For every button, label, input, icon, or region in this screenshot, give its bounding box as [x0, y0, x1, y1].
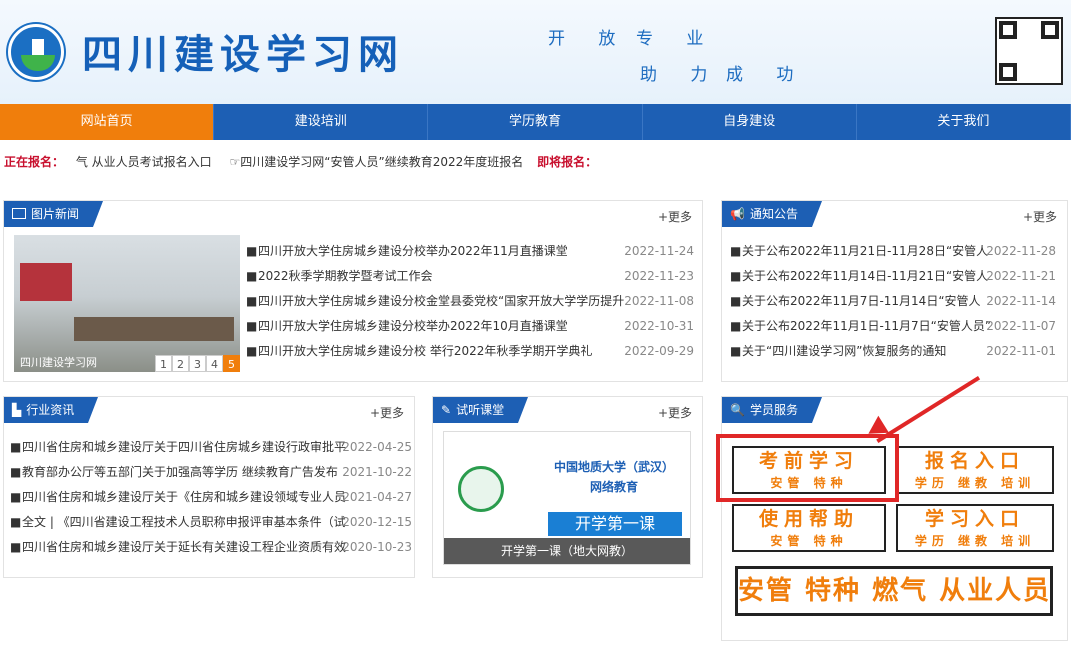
photo-caption: 四川建设学习网: [20, 356, 97, 369]
notice-more-link[interactable]: +更多: [1023, 208, 1057, 225]
list-item[interactable]: ■ 关于“四川建设学习网”恢复服务的通知 2022-11-01: [730, 339, 1064, 364]
list-item[interactable]: ■ 关于公布2022年11月14日-11月21日“安管人 2022-11-21: [730, 264, 1064, 289]
main-nav: 网站首页 建设培训 学历教育 自身建设 关于我们: [0, 104, 1071, 140]
video-banner: 开学第一课: [548, 512, 682, 536]
ticker-label-soon: 即将报名：: [537, 155, 598, 169]
pager-2[interactable]: 2: [172, 355, 189, 372]
nav-home[interactable]: 网站首页: [0, 104, 215, 140]
list-item[interactable]: ■ 四川省住房和城乡建设厅关于延长有关建设工程企业资质有效 2020-10-23: [10, 535, 412, 560]
study-entry-button[interactable]: 学习入口 学历 继教 培训: [896, 504, 1054, 552]
ticker-item-safety[interactable]: 四川建设学习网“安管人员”继续教育2022年度班报名: [240, 155, 523, 169]
search-icon: 🔍: [730, 403, 745, 417]
trial-tab[interactable]: ✎ 试听课堂: [433, 397, 529, 423]
qr-code-icon: [995, 17, 1063, 85]
photo-pager: 1 2 3 4 5: [155, 355, 240, 372]
slogan-open: 开 放: [548, 29, 630, 49]
nav-training[interactable]: 建设培训: [214, 104, 429, 140]
trial-more-link[interactable]: +更多: [658, 404, 692, 421]
pager-3[interactable]: 3: [189, 355, 206, 372]
list-item[interactable]: 四川开放大学住房城乡建设分校举办2022年10月直播课堂 2022-10-31 ■: [246, 314, 702, 339]
registration-ticker: 正在报名： 气 从业人员考试报名入口 ☞四川建设学习网“安管人员”继续教育202…: [4, 153, 597, 170]
highlight-box: [716, 434, 899, 502]
edit-icon: ✎: [441, 403, 452, 417]
university-logo-icon: [458, 466, 504, 512]
list-item[interactable]: 2022秋季学期教学暨考试工作会 2022-11-23 ■: [246, 264, 702, 289]
site-logo-icon[interactable]: [8, 24, 64, 80]
list-item[interactable]: 四川开放大学住房城乡建设分校金堂县委党校“国家开放大学学历提升 2022-11-0…: [246, 289, 702, 314]
list-item[interactable]: 四川开放大学住房城乡建设分校举办2022年11月直播课堂 2022-11-24 ■: [246, 239, 702, 264]
slogan-professional: 专 业: [636, 29, 718, 49]
site-header: 四川建设学习网 开 放 专 业 助 力 成 功: [0, 0, 1071, 104]
ticker-label-now: 正在报名：: [4, 155, 65, 169]
trial-panel: ✎ 试听课堂 +更多 中国地质大学（武汉） 网络教育 开学第一课 开学第一课（地大网…: [432, 396, 703, 578]
video-title: 中国地质大学（武汉） 网络教育: [554, 460, 675, 494]
photo-news-tab[interactable]: 图片新闻: [4, 201, 104, 227]
industry-tab[interactable]: ▙ 行业资讯: [4, 397, 99, 423]
photo-news-more-link[interactable]: +更多: [658, 208, 692, 225]
nav-about[interactable]: 关于我们: [857, 104, 1071, 140]
list-item[interactable]: ■ 关于公布2022年11月7日-11月14日“安管人 2022-11-14: [730, 289, 1064, 314]
trial-video[interactable]: 中国地质大学（武汉） 网络教育 开学第一课 开学第一课（地大网教）: [443, 431, 691, 565]
video-caption: 开学第一课（地大网教）: [444, 538, 690, 564]
help-button[interactable]: 使用帮助 安管 特种: [732, 504, 886, 552]
list-item[interactable]: ■ 关于公布2022年11月1日-11月7日“安管人员” 2022-11-07: [730, 314, 1064, 339]
exam-registration-button[interactable]: 安管 特种 燃气 从业人员考试报名入口: [735, 566, 1053, 616]
site-title: 四川建设学习网: [82, 32, 404, 78]
registration-entry-button[interactable]: 报名入口 学历 继教 培训: [896, 446, 1054, 494]
slogan-success: 成 功: [726, 65, 808, 85]
hand-pointer-icon: ☞: [229, 155, 241, 169]
list-item[interactable]: ■ 教育部办公厅等五部门关于加强高等学历 继续教育广告发布 2021-10-22: [10, 460, 412, 485]
photo-news-image[interactable]: 四川建设学习网 1 2 3 4 5: [14, 235, 240, 372]
list-item[interactable]: ■ 关于公布2022年11月21日-11月28日“安管人 2022-11-28: [730, 239, 1064, 264]
pager-5[interactable]: 5: [223, 355, 240, 372]
list-item[interactable]: ■ 四川省住房和城乡建设厅关于《住房和城乡建设领域专业人员 2021-04-27: [10, 485, 412, 510]
notice-tab[interactable]: 📢 通知公告: [722, 201, 822, 227]
pager-1[interactable]: 1: [155, 355, 172, 372]
image-icon: [12, 208, 26, 219]
chart-icon: ▙: [12, 403, 22, 417]
list-item[interactable]: 四川开放大学住房城乡建设分校 举行2022年秋季学期开学典礼 2022-09-29…: [246, 339, 702, 364]
service-tab[interactable]: 🔍 学员服务: [722, 397, 822, 423]
photo-news-panel: 图片新闻 +更多 四川建设学习网 1 2 3 4 5 四川开放大学住房城乡建设分…: [3, 200, 703, 382]
ticker-item-gas[interactable]: 气 从业人员考试报名入口: [76, 155, 212, 169]
slogan-help: 助 力: [640, 65, 722, 85]
megaphone-icon: 📢: [730, 207, 745, 221]
list-item[interactable]: ■ 全文 | 《四川省建设工程技术人员职称申报评审基本条件（试 2020-12-15: [10, 510, 412, 535]
list-item[interactable]: ■ 四川省住房和城乡建设厅关于四川省住房城乡建设行政审批平 2022-04-25: [10, 435, 412, 460]
industry-more-link[interactable]: +更多: [370, 404, 404, 421]
nav-education[interactable]: 学历教育: [428, 104, 643, 140]
nav-self-building[interactable]: 自身建设: [643, 104, 857, 140]
industry-panel: ▙ 行业资讯 +更多 ■ 四川省住房和城乡建设厅关于四川省住房城乡建设行政审批平 20…: [3, 396, 415, 578]
notice-panel: 📢 通知公告 +更多 ■ 关于公布2022年11月21日-11月28日“安管人 202…: [721, 200, 1068, 382]
pager-4[interactable]: 4: [206, 355, 223, 372]
